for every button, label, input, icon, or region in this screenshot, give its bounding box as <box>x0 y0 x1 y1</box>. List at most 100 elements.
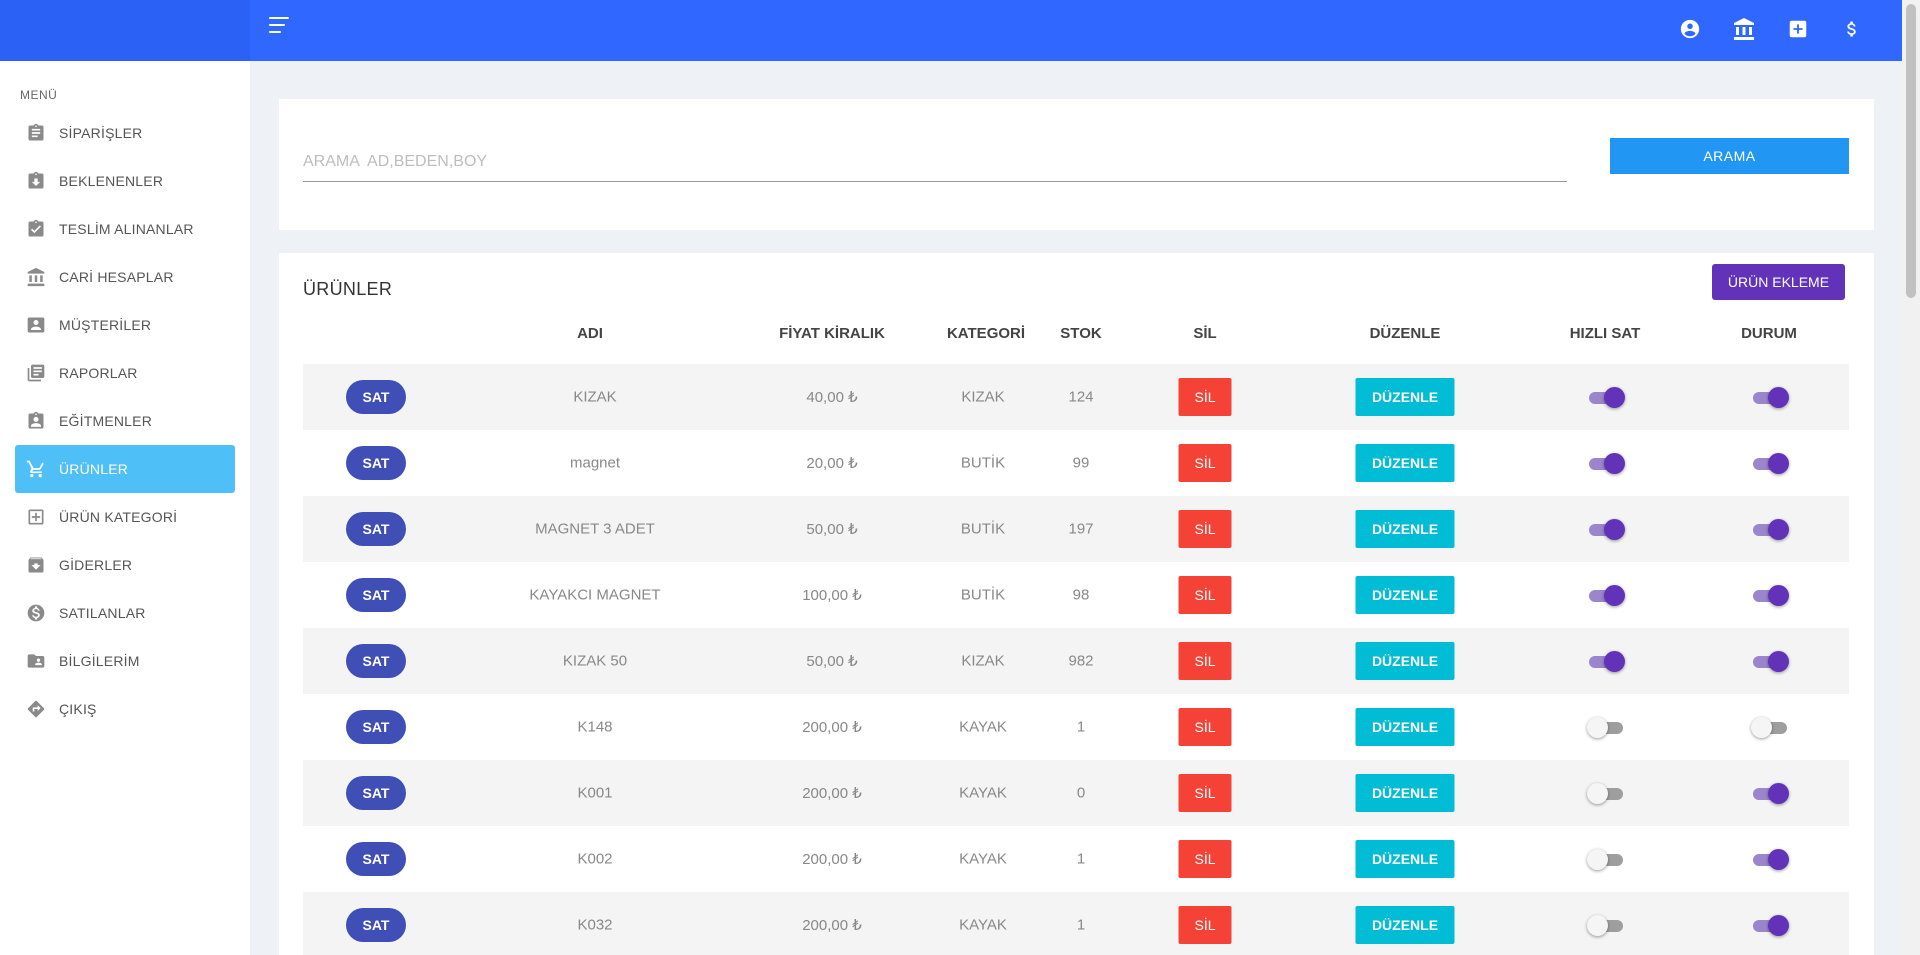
edit-button[interactable]: DÜZENLE <box>1355 840 1455 878</box>
status-toggle[interactable] <box>1751 782 1789 804</box>
sidebar-item[interactable]: GİDERLER <box>15 541 235 589</box>
quick-sell-toggle[interactable] <box>1587 386 1625 408</box>
sell-button[interactable]: SAT <box>346 446 406 480</box>
sidebar-item-label: EĞİTMENLER <box>59 413 153 429</box>
sidebar-item[interactable]: SİPARİŞLER <box>15 109 235 157</box>
sidebar-item-label: CARİ HESAPLAR <box>59 269 174 285</box>
sidebar-item-label: GİDERLER <box>59 557 133 573</box>
delete-button[interactable]: SİL <box>1178 576 1232 614</box>
table-row: SAT magnet 20,00 ₺ BUTİK 99 SİL DÜZENLE <box>303 430 1849 496</box>
quick-sell-toggle[interactable] <box>1587 716 1623 738</box>
delete-button[interactable]: SİL <box>1178 510 1232 548</box>
edit-button[interactable]: DÜZENLE <box>1355 510 1455 548</box>
product-stock: 982 <box>1068 652 1094 670</box>
sell-button[interactable]: SAT <box>346 512 406 546</box>
sell-button[interactable]: SAT <box>346 578 406 612</box>
menu-toggle-icon[interactable] <box>269 17 293 39</box>
edit-button[interactable]: DÜZENLE <box>1355 774 1455 812</box>
edit-button[interactable]: DÜZENLE <box>1355 576 1455 614</box>
sell-button[interactable]: SAT <box>346 710 406 744</box>
status-toggle[interactable] <box>1751 650 1789 672</box>
page-scrollbar[interactable] <box>1902 0 1920 955</box>
edit-button[interactable]: DÜZENLE <box>1355 378 1455 416</box>
sidebar-item[interactable]: TESLİM ALINANLAR <box>15 205 235 253</box>
status-toggle[interactable] <box>1751 716 1787 738</box>
status-toggle[interactable] <box>1751 914 1789 936</box>
contact-card-icon <box>25 314 47 336</box>
sidebar-item[interactable]: MÜŞTERİLER <box>15 301 235 349</box>
plus-box-icon[interactable] <box>1786 16 1810 42</box>
sell-button[interactable]: SAT <box>346 644 406 678</box>
product-category: BUTİK <box>960 454 1006 472</box>
sidebar-item-label: ÜRÜN KATEGORİ <box>59 509 178 525</box>
sidebar-item[interactable]: ÜRÜNLER <box>15 445 235 493</box>
product-stock: 197 <box>1068 520 1094 538</box>
add-category-icon <box>25 506 47 528</box>
sidebar-item[interactable]: EĞİTMENLER <box>15 397 235 445</box>
dollar-icon[interactable] <box>1840 16 1864 42</box>
sidebar-item-label: RAPORLAR <box>59 365 138 381</box>
quick-sell-toggle[interactable] <box>1587 518 1625 540</box>
sell-button[interactable]: SAT <box>346 776 406 810</box>
product-price: 200,00 ₺ <box>802 785 862 802</box>
bank-icon <box>25 266 47 288</box>
sell-button[interactable]: SAT <box>346 380 406 414</box>
product-price: 200,00 ₺ <box>802 719 862 736</box>
quick-sell-toggle[interactable] <box>1587 584 1625 606</box>
edit-button[interactable]: DÜZENLE <box>1355 444 1455 482</box>
sidebar-item[interactable]: RAPORLAR <box>15 349 235 397</box>
table-row: SAT K001 200,00 ₺ KAYAK 0 SİL DÜZENLE <box>303 760 1849 826</box>
delete-button[interactable]: SİL <box>1178 774 1232 812</box>
status-toggle[interactable] <box>1751 584 1789 606</box>
delete-button[interactable]: SİL <box>1178 378 1232 416</box>
delete-button[interactable]: SİL <box>1178 708 1232 746</box>
bank-icon[interactable] <box>1732 16 1756 42</box>
sidebar-item[interactable]: CARİ HESAPLAR <box>15 253 235 301</box>
search-button[interactable]: ARAMA <box>1610 138 1849 174</box>
edit-button[interactable]: DÜZENLE <box>1355 906 1455 944</box>
status-toggle[interactable] <box>1751 452 1789 474</box>
sell-button[interactable]: SAT <box>346 842 406 876</box>
products-title: ÜRÜNLER <box>303 279 393 299</box>
table-row: SAT KIZAK 50 50,00 ₺ KIZAK 982 SİL DÜZENLE <box>303 628 1849 694</box>
table-row: SAT KIZAK 40,00 ₺ KIZAK 124 SİL DÜZENLE <box>303 364 1849 430</box>
account-circle-icon[interactable] <box>1678 16 1702 42</box>
delete-button[interactable]: SİL <box>1178 444 1232 482</box>
quick-sell-toggle[interactable] <box>1587 452 1625 474</box>
folder-user-icon <box>25 650 47 672</box>
product-stock: 124 <box>1068 388 1094 406</box>
search-input[interactable] <box>303 142 1567 182</box>
add-product-button[interactable]: ÜRÜN EKLEME <box>1712 264 1845 300</box>
sidebar-item[interactable]: ÜRÜN KATEGORİ <box>15 493 235 541</box>
quick-sell-toggle[interactable] <box>1587 650 1625 672</box>
product-name: KIZAK 50 <box>562 652 628 670</box>
edit-button[interactable]: DÜZENLE <box>1355 708 1455 746</box>
status-toggle[interactable] <box>1751 518 1789 540</box>
delete-button[interactable]: SİL <box>1178 840 1232 878</box>
status-toggle[interactable] <box>1751 848 1789 870</box>
status-toggle[interactable] <box>1751 386 1789 408</box>
sidebar-item-label: ÜRÜNLER <box>59 461 129 477</box>
report-list-icon <box>25 362 47 384</box>
sidebar-item[interactable]: ÇIKIŞ <box>15 685 235 733</box>
table-header: ADI FİYAT KİRALIK KATEGORİ STOK SİL DÜZE… <box>303 325 1849 359</box>
product-price: 40,00 ₺ <box>806 389 858 406</box>
edit-button[interactable]: DÜZENLE <box>1355 642 1455 680</box>
product-stock: 1 <box>1076 850 1086 868</box>
delete-button[interactable]: SİL <box>1178 642 1232 680</box>
quick-sell-toggle[interactable] <box>1587 848 1623 870</box>
sidebar-item[interactable]: BİLGİLERİM <box>15 637 235 685</box>
product-name: magnet <box>569 454 621 472</box>
scrollbar-thumb[interactable] <box>1906 4 1916 298</box>
product-category: BUTİK <box>960 520 1006 538</box>
sidebar-item[interactable]: BEKLENENLER <box>15 157 235 205</box>
quick-sell-toggle[interactable] <box>1587 782 1623 804</box>
product-stock: 1 <box>1076 718 1086 736</box>
sell-button[interactable]: SAT <box>346 908 406 942</box>
delete-button[interactable]: SİL <box>1178 906 1232 944</box>
sidebar-item-label: SATILANLAR <box>59 605 146 621</box>
quick-sell-toggle[interactable] <box>1587 914 1623 936</box>
product-stock: 99 <box>1072 454 1090 472</box>
clipboard-list-icon <box>25 122 47 144</box>
sidebar-item[interactable]: SATILANLAR <box>15 589 235 637</box>
